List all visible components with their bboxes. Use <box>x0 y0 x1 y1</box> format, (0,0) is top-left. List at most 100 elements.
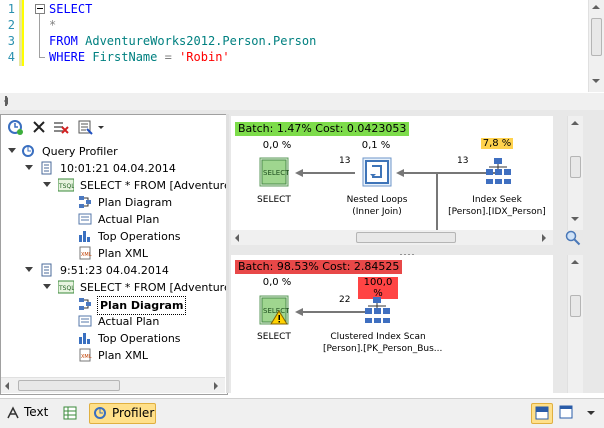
index-seek-icon[interactable] <box>483 156 513 186</box>
code-line[interactable]: FROM AdventureWorks2012.Person.Person <box>49 33 316 49</box>
plan-horizontal-scrollbar[interactable] <box>231 230 553 245</box>
profiler-tree-pane: Query Profiler 10:01:21 04.04.2014 TSQL … <box>0 114 242 395</box>
operator-cost-percent: 0,0 % <box>262 277 292 288</box>
svg-text:XML: XML <box>81 252 92 258</box>
line-number: 2 <box>7 18 15 32</box>
caret-marker <box>5 96 7 106</box>
code-token: 'Robin' <box>179 50 230 64</box>
split-vertical-layout-button[interactable] <box>556 403 576 422</box>
bottom-plan-canvas[interactable]: Batch: 98.53% Cost: 2.84525 0,0 % SELECT… <box>231 255 553 393</box>
scroll-right-arrow-icon[interactable] <box>208 378 223 393</box>
top-plan-canvas[interactable]: Batch: 1.47% Cost: 0.0423053 0,0 % SELEC… <box>231 116 553 234</box>
scroll-thumb[interactable] <box>570 295 581 317</box>
tree-plan-xml-item[interactable]: XML Plan XML <box>1 245 227 262</box>
scroll-left-arrow-icon[interactable] <box>1 378 16 393</box>
scroll-thumb[interactable] <box>18 380 120 391</box>
delete-icon[interactable] <box>31 119 47 135</box>
code-token: = <box>157 50 180 64</box>
editor-vertical-scrollbar[interactable] <box>588 0 604 92</box>
new-session-icon[interactable] <box>7 119 23 135</box>
text-view-button[interactable]: Text <box>4 403 50 422</box>
code-token: FirstName <box>92 50 158 64</box>
scroll-down-arrow-icon[interactable] <box>589 74 604 89</box>
export-icon[interactable] <box>77 119 93 135</box>
flow-arrow <box>295 169 355 177</box>
code-token: * <box>49 18 57 32</box>
tree-horizontal-scrollbar[interactable] <box>1 377 225 393</box>
select-operator-warning-icon[interactable]: SELECT <box>259 295 290 325</box>
clustered-index-scan-icon[interactable] <box>362 295 392 325</box>
tree-actual-plan-item[interactable]: Actual Plan <box>1 313 227 330</box>
tree-root-query-profiler[interactable]: Query Profiler <box>1 143 227 160</box>
session-document-icon <box>39 161 53 175</box>
editor-horizontal-scrollbar[interactable] <box>0 93 604 111</box>
tsql-icon: TSQL <box>57 280 75 294</box>
scroll-left-arrow-icon[interactable] <box>231 230 246 245</box>
expand-chevron-down-icon[interactable] <box>25 266 33 274</box>
zoom-magnifier-icon[interactable] <box>565 230 581 246</box>
expand-chevron-down-icon[interactable] <box>25 164 33 172</box>
svg-text:SELECT: SELECT <box>263 307 289 315</box>
scroll-up-arrow-icon[interactable] <box>568 116 583 131</box>
tree-plan-diagram-item[interactable]: Plan Diagram <box>1 194 227 211</box>
profiler-icon <box>21 144 35 158</box>
text-view-label: Text <box>24 405 49 419</box>
svg-text:TSQL: TSQL <box>58 183 74 190</box>
tree-query-item[interactable]: TSQL SELECT * FROM [AdventureW <box>1 177 242 194</box>
index-seek-label: Index Seek [Person].[IDX_Person] <box>445 194 549 218</box>
layout-menu-chevron-down-icon[interactable] <box>583 403 599 422</box>
plan-diagram-icon <box>78 195 92 209</box>
tree-actual-plan-item[interactable]: Actual Plan <box>1 211 227 228</box>
code-token: WHERE <box>49 50 93 64</box>
tree-session-item[interactable]: 10:01:21 04.04.2014 <box>1 160 227 177</box>
select-operator-label: SELECT <box>257 332 291 342</box>
tree-top-operations-item[interactable]: Top Operations <box>1 330 227 347</box>
xml-file-icon: XML <box>78 246 92 260</box>
plan-xml-label: Plan XML <box>98 247 149 260</box>
expand-chevron-down-icon[interactable] <box>43 283 51 291</box>
code-token: SELECT <box>49 2 93 16</box>
nested-loops-icon[interactable] <box>362 157 392 187</box>
select-operator-icon[interactable]: SELECT <box>259 157 290 187</box>
results-view-button[interactable] <box>60 403 80 422</box>
scroll-thumb[interactable] <box>591 18 602 56</box>
batch-cost-label: Batch: 1.47% Cost: 0.0423053 <box>235 122 410 136</box>
scroll-down-arrow-icon[interactable] <box>568 212 583 227</box>
op-label-line1: Clustered Index Scan <box>330 332 426 342</box>
scroll-thumb[interactable] <box>570 156 581 178</box>
plan-xml-label: Plan XML <box>98 349 149 362</box>
code-line[interactable]: WHERE FirstName = 'Robin' <box>49 49 230 65</box>
expand-chevron-down-icon[interactable] <box>43 181 51 189</box>
tree-plan-xml-item[interactable]: XML Plan XML <box>1 347 227 364</box>
code-line[interactable]: * <box>49 17 56 33</box>
plan-diagram-pane: Batch: 1.47% Cost: 0.0423053 0,0 % SELEC… <box>229 114 604 393</box>
profiler-view-button[interactable]: Profiler <box>89 403 156 424</box>
code-line[interactable]: SELECT <box>49 1 92 17</box>
actual-plan-icon <box>78 314 92 328</box>
export-dropdown-chevron-down-icon[interactable] <box>96 119 106 135</box>
operator-cost-percent-highlighted: 7,8 % <box>481 138 513 149</box>
collapse-region-icon[interactable] <box>35 4 45 14</box>
scroll-up-arrow-icon[interactable] <box>568 255 583 270</box>
plan-vertical-scrollbar[interactable] <box>567 255 583 393</box>
scroll-left-arrow-icon[interactable] <box>0 93 15 109</box>
split-horizontal-layout-button[interactable] <box>531 403 553 424</box>
scroll-right-arrow-icon[interactable] <box>536 230 551 245</box>
tree-top-operations-item[interactable]: Top Operations <box>1 228 227 245</box>
grid-results-icon <box>63 406 77 420</box>
gutter-change-bar <box>22 0 24 66</box>
clustered-index-scan-label: Clustered Index Scan [Person].[PK_Person… <box>323 331 442 355</box>
delete-all-icon[interactable] <box>53 119 69 135</box>
scroll-thumb[interactable] <box>356 232 456 243</box>
sql-editor[interactable]: 1 SELECT 2 * 3 FROM AdventureWorks2012.Person… <box>0 0 604 94</box>
operator-cost-percent: 0,1 % <box>361 140 391 151</box>
tree-session-item[interactable]: 9:51:23 04.04.2014 <box>1 262 227 279</box>
scroll-up-arrow-icon[interactable] <box>589 0 604 15</box>
svg-text:SELECT: SELECT <box>263 169 289 177</box>
splitter-grip[interactable] <box>399 247 415 256</box>
tree-query-item[interactable]: TSQL SELECT * FROM [AdventureW <box>1 279 242 296</box>
query-text-label: SELECT * FROM [AdventureW <box>80 179 242 192</box>
expand-chevron-down-icon[interactable] <box>8 147 16 155</box>
tree-plan-diagram-item-selected[interactable]: Plan Diagram <box>1 296 227 315</box>
plan-vertical-scrollbar[interactable] <box>567 116 583 230</box>
